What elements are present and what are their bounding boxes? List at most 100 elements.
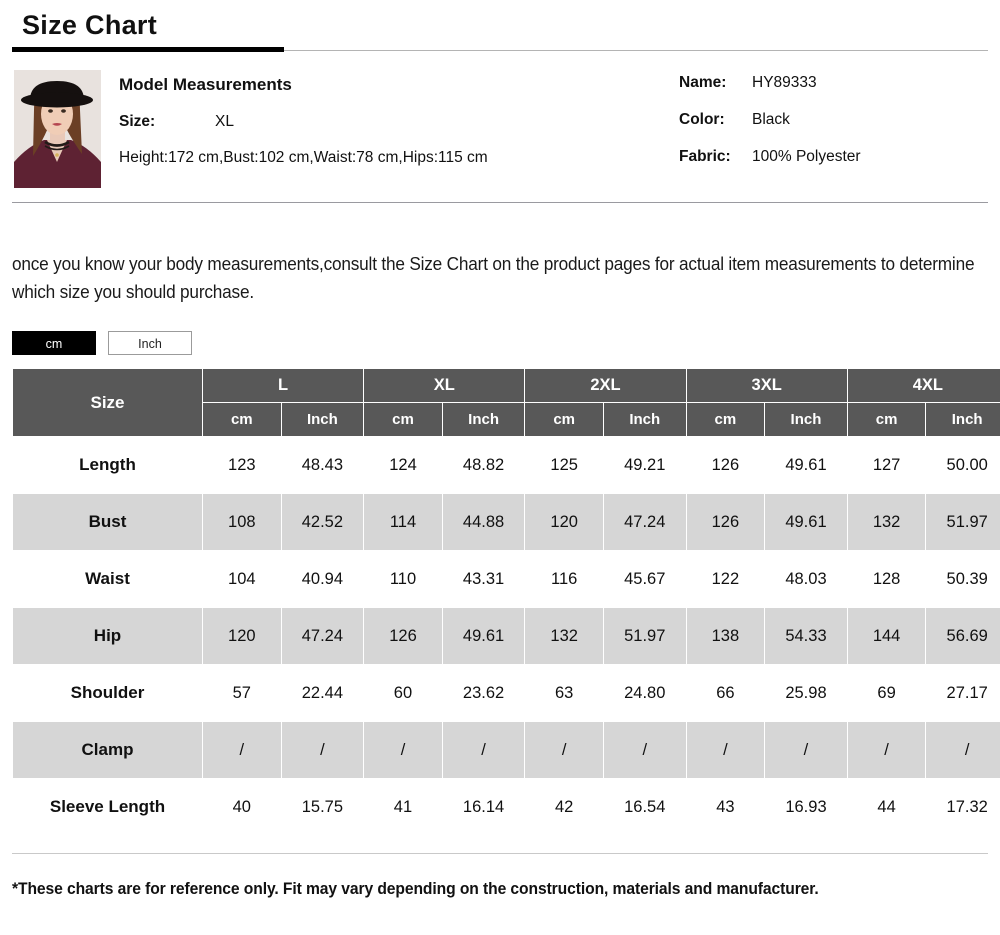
unit-header-l-cm: cm <box>202 402 282 437</box>
cell-value: / <box>685 721 766 779</box>
unit-header-2xl-inch: Inch <box>602 402 687 437</box>
cell-value: 104 <box>202 550 282 608</box>
model-measurements-section: Model Measurements Size: XL Height:172 c… <box>12 55 988 188</box>
unit-toggle-inch[interactable]: Inch <box>108 331 192 355</box>
cell-value: 114 <box>363 493 443 551</box>
row-label: Bust <box>12 493 203 551</box>
cell-value: 47.24 <box>602 493 687 551</box>
row-label: Waist <box>12 550 203 608</box>
cell-value: 51.97 <box>602 607 687 665</box>
cell-value: 60 <box>363 664 443 722</box>
size-group-header-2xl: 2XL <box>524 368 687 403</box>
cell-value: 49.61 <box>764 493 848 551</box>
cell-value: / <box>280 721 365 779</box>
cell-value: 16.93 <box>764 778 848 836</box>
cell-value: 128 <box>846 550 927 608</box>
row-label: Sleeve Length <box>12 778 203 836</box>
cell-value: 23.62 <box>441 664 526 722</box>
table-row: Clamp / / / / / / / / / / <box>12 721 1000 779</box>
cell-value: 22.44 <box>280 664 365 722</box>
row-label: Hip <box>12 607 203 665</box>
title-underline <box>12 47 988 55</box>
cell-value: 63 <box>524 664 604 722</box>
cell-value: 41 <box>363 778 443 836</box>
cell-value: 120 <box>524 493 604 551</box>
size-group-header-3xl: 3XL <box>685 368 848 403</box>
cell-value: 108 <box>202 493 282 551</box>
cell-value: 126 <box>363 607 443 665</box>
model-photo-icon <box>14 70 101 188</box>
spec-color-line: Color: Black <box>679 111 1000 129</box>
cell-value: 49.61 <box>441 607 526 665</box>
cell-value: 50.00 <box>925 436 1000 494</box>
cell-value: / <box>524 721 604 779</box>
section-divider <box>12 202 988 203</box>
cell-value: 126 <box>685 436 766 494</box>
cell-value: 51.97 <box>925 493 1000 551</box>
cell-value: 138 <box>685 607 766 665</box>
cell-value: 15.75 <box>280 778 365 836</box>
cell-value: 69 <box>846 664 927 722</box>
model-thumbnail <box>14 70 101 188</box>
cell-value: 57 <box>202 664 282 722</box>
cell-value: 124 <box>363 436 443 494</box>
size-chart-page: Size Chart Model Measurements Size: XL H… <box>0 0 1000 935</box>
cell-value: / <box>764 721 848 779</box>
unit-header-3xl-cm: cm <box>685 402 766 437</box>
footer-note: *These charts are for reference only. Fi… <box>12 879 819 898</box>
cell-value: 66 <box>685 664 766 722</box>
spec-name-label: Name: <box>679 74 727 91</box>
unit-header-3xl-inch: Inch <box>764 402 848 437</box>
cell-value: / <box>602 721 687 779</box>
cell-value: 24.80 <box>602 664 687 722</box>
cell-value: 144 <box>846 607 927 665</box>
footer-divider <box>12 853 988 854</box>
cell-value: 44.88 <box>441 493 526 551</box>
table-row: Length 123 48.43 124 48.82 125 49.21 126 49.61 12… <box>12 436 1000 494</box>
unit-header-2xl-cm: cm <box>524 402 604 437</box>
cell-value: 44 <box>846 778 927 836</box>
unit-toggle-cm[interactable]: cm <box>12 331 96 355</box>
size-group-header-4xl: 4XL <box>846 368 1000 403</box>
title-block: Size Chart <box>12 0 988 55</box>
cell-value: 17.32 <box>925 778 1000 836</box>
cell-value: 132 <box>846 493 927 551</box>
row-label: Length <box>12 436 203 494</box>
table-head-row-sizes: Size L XL 2XL 3XL 4XL <box>12 368 1000 437</box>
cell-value: 42.52 <box>280 493 365 551</box>
cell-value: 49.61 <box>764 436 848 494</box>
cell-value: 48.43 <box>280 436 365 494</box>
cell-value: / <box>925 721 1000 779</box>
cell-value: 25.98 <box>764 664 848 722</box>
cell-value: 120 <box>202 607 282 665</box>
spec-fabric-value: 100% Polyester <box>752 148 861 165</box>
cell-value: 40.94 <box>280 550 365 608</box>
cell-value: 50.39 <box>925 550 1000 608</box>
table-row: Hip 120 47.24 126 49.61 132 51.97 138 54.33 144 56… <box>12 607 1000 665</box>
table-body: Length 123 48.43 124 48.82 125 49.21 126 49.61 12… <box>12 436 1000 836</box>
cell-value: 132 <box>524 607 604 665</box>
cell-value: / <box>846 721 927 779</box>
unit-header-xl-cm: cm <box>363 402 443 437</box>
cell-value: 40 <box>202 778 282 836</box>
cell-value: / <box>363 721 443 779</box>
row-label: Shoulder <box>12 664 203 722</box>
cell-value: 47.24 <box>280 607 365 665</box>
cell-value: 16.54 <box>602 778 687 836</box>
spec-fabric-line: Fabric: 100% Polyester <box>679 148 1000 166</box>
cell-value: 49.21 <box>602 436 687 494</box>
unit-header-4xl-cm: cm <box>846 402 927 437</box>
unit-header-4xl-inch: Inch <box>925 402 1000 437</box>
page-title: Size Chart <box>22 10 158 40</box>
cell-value: / <box>441 721 526 779</box>
size-group-header-l: L <box>201 368 365 403</box>
title-underline-thick <box>12 47 284 52</box>
model-size-label: Size: <box>119 113 156 130</box>
cell-value: 56.69 <box>925 607 1000 665</box>
cell-value: 126 <box>685 493 766 551</box>
row-label: Clamp <box>12 721 203 779</box>
cell-value: 122 <box>685 550 766 608</box>
table-row: Sleeve Length 40 15.75 41 16.14 42 16.54 43 16.9… <box>12 778 1000 836</box>
cell-value: 16.14 <box>441 778 526 836</box>
cell-value: 123 <box>202 436 282 494</box>
